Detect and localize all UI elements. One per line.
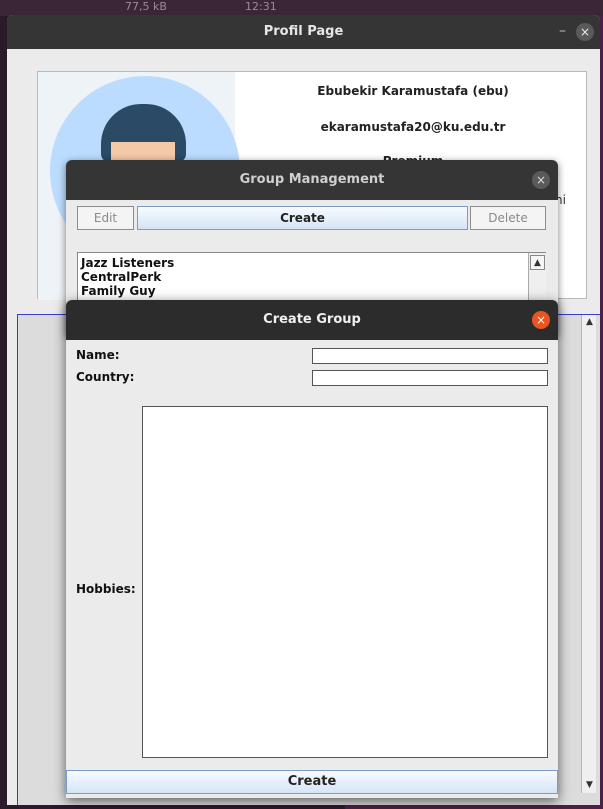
profile-email: ekaramustafa20@ku.edu.tr	[320, 120, 506, 134]
create-group-window: Create Group × Name: Country: Hobbies: C…	[66, 300, 558, 798]
close-icon[interactable]: ×	[576, 23, 594, 41]
create-button[interactable]: Create	[66, 770, 558, 794]
desktop-size-text: 77,5 kB	[125, 0, 167, 13]
hobbies-textarea[interactable]	[142, 406, 548, 758]
list-item[interactable]: Family Guy	[81, 284, 156, 298]
create-group-button[interactable]: Create	[137, 206, 468, 230]
create-group-title: Create Group	[263, 312, 361, 327]
name-field[interactable]	[312, 348, 548, 364]
country-label: Country:	[76, 370, 135, 384]
desktop-top-bar	[0, 0, 603, 16]
delete-button[interactable]: Delete	[470, 206, 546, 230]
profile-scrollbar[interactable]: ▲ ▼	[581, 315, 596, 793]
scroll-up-icon[interactable]: ▲	[582, 315, 597, 330]
create-group-titlebar: Create Group	[66, 300, 558, 340]
scroll-down-icon[interactable]: ▼	[582, 778, 597, 793]
desktop-time-text: 12:31	[245, 0, 277, 13]
profile-name: Ebubekir Karamustafa (ebu)	[317, 84, 509, 98]
list-item[interactable]: CentralPerk	[81, 270, 161, 284]
hobbies-label: Hobbies:	[76, 582, 136, 596]
edit-button[interactable]: Edit	[77, 206, 134, 230]
profile-window-title: Profil Page	[263, 24, 344, 39]
close-icon[interactable]: ×	[532, 171, 550, 189]
minimize-icon[interactable]: –	[559, 23, 566, 39]
group-management-title: Group Management	[239, 172, 385, 187]
group-management-titlebar: Group Management	[66, 160, 558, 200]
close-icon[interactable]: ×	[532, 311, 550, 329]
list-item[interactable]: Jazz Listeners	[81, 256, 174, 270]
name-label: Name:	[76, 348, 120, 362]
country-field[interactable]	[312, 370, 548, 386]
scroll-up-icon[interactable]: ▲	[530, 255, 545, 270]
profile-titlebar: Profil Page	[7, 15, 600, 49]
